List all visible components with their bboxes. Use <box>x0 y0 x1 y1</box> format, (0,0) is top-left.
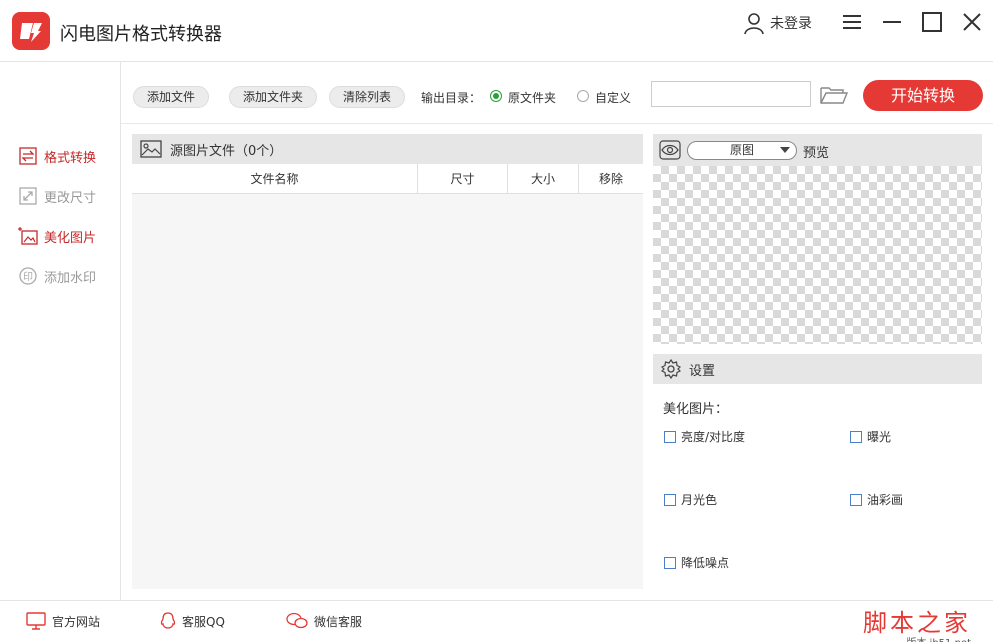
image-icon <box>140 140 162 158</box>
checkbox-label: 月光色 <box>681 493 718 507</box>
checkbox-label: 油彩画 <box>867 493 904 507</box>
settings-header: 设置 <box>653 354 982 384</box>
app-title: 闪电图片格式转换器 <box>60 24 222 45</box>
qq-label: 客服QQ <box>182 614 225 629</box>
output-path-input[interactable] <box>651 81 811 107</box>
sidebar-item-beautify[interactable]: 美化图片 <box>18 226 96 246</box>
checkbox-box[interactable] <box>664 493 676 506</box>
close-icon[interactable] <box>960 10 984 34</box>
footer: 官方网站 客服QQ 微信客服 脚本之家 版本 jb51.net <box>0 600 993 642</box>
preview-header: 原图 预览 <box>653 134 982 166</box>
add-file-button[interactable]: 添加文件 <box>133 86 210 108</box>
watermark-logo-text: 脚本之家 <box>863 609 971 637</box>
radio-original-label: 原文件夹 <box>508 91 557 105</box>
settings-panel: 设置 美化图片： 亮度/对比度 曝光 月光色 油彩画 降低噪点 <box>653 354 982 589</box>
column-header-size[interactable]: 大小 <box>508 164 579 194</box>
toolbar: 添加文件 添加文件夹 清除列表 输出目录： 原文件夹 自定义 开始转换 <box>121 62 993 124</box>
official-website-link[interactable]: 官方网站 <box>26 612 100 630</box>
sidebar-item-label: 格式转换 <box>44 150 97 166</box>
source-file-panel: 源图片文件（0个） 文件名称 尺寸 大小 移除 <box>132 134 643 589</box>
beautify-icon <box>18 226 38 246</box>
checkbox-exposure[interactable]: 曝光 <box>850 428 891 445</box>
gear-icon <box>661 359 681 379</box>
sidebar-item-format-convert[interactable]: 格式转换 <box>18 146 96 166</box>
preview-mode-select[interactable]: 原图 <box>687 141 797 160</box>
file-table-header: 文件名称 尺寸 大小 移除 <box>132 164 643 194</box>
app-logo-icon <box>12 12 50 50</box>
qq-icon <box>160 612 176 629</box>
checkbox-box[interactable] <box>850 430 862 443</box>
watermark-icon: 印 <box>18 266 38 286</box>
checkbox-oil-painting[interactable]: 油彩画 <box>850 491 903 508</box>
checkbox-label: 降低噪点 <box>681 556 730 570</box>
wechat-service-link[interactable]: 微信客服 <box>286 612 362 630</box>
sidebar-item-label: 添加水印 <box>44 270 97 286</box>
output-dir-label: 输出目录： <box>421 91 482 105</box>
login-status: 未登录 <box>770 16 812 32</box>
checkbox-moonlight[interactable]: 月光色 <box>664 491 717 508</box>
checkbox-label: 亮度/对比度 <box>681 430 746 444</box>
website-label: 官方网站 <box>52 614 101 629</box>
preview-panel: 原图 预览 <box>653 134 982 344</box>
column-header-remove[interactable]: 移除 <box>579 164 643 194</box>
sidebar-item-label: 美化图片 <box>44 230 97 246</box>
checkbox-box[interactable] <box>664 556 676 569</box>
minimize-icon[interactable] <box>880 10 904 34</box>
beautify-label: 美化图片： <box>663 402 729 417</box>
radio-custom-folder[interactable] <box>577 90 589 102</box>
radio-custom-label: 自定义 <box>595 91 632 105</box>
maximize-icon[interactable] <box>920 10 944 34</box>
checkbox-box[interactable] <box>850 493 862 506</box>
menu-icon[interactable] <box>840 10 864 34</box>
preview-label: 预览 <box>803 146 830 161</box>
customer-qq-link[interactable]: 客服QQ <box>160 612 225 630</box>
user-icon <box>744 13 764 35</box>
sidebar-item-watermark[interactable]: 印 添加水印 <box>18 266 96 286</box>
dropdown-arrow-icon <box>780 147 790 153</box>
start-convert-button[interactable]: 开始转换 <box>863 80 983 111</box>
checkbox-label: 曝光 <box>867 430 892 444</box>
sidebar-item-label: 更改尺寸 <box>44 190 97 206</box>
wechat-icon <box>286 612 308 629</box>
wechat-label: 微信客服 <box>314 614 363 629</box>
source-panel-title: 源图片文件（0个） <box>170 143 283 159</box>
resize-icon <box>18 186 38 206</box>
checkbox-box[interactable] <box>664 430 676 443</box>
folder-open-icon[interactable] <box>819 84 849 106</box>
file-table-body[interactable] <box>132 195 643 589</box>
swap-icon <box>18 146 38 166</box>
radio-original-folder[interactable] <box>490 90 502 102</box>
user-login[interactable]: 未登录 <box>742 11 812 35</box>
add-folder-button[interactable]: 添加文件夹 <box>229 86 318 108</box>
sidebar-item-resize[interactable]: 更改尺寸 <box>18 186 96 206</box>
column-header-filename[interactable]: 文件名称 <box>132 164 418 194</box>
preview-mode-value: 原图 <box>729 143 754 157</box>
clear-list-button[interactable]: 清除列表 <box>329 86 406 108</box>
site-watermark: 脚本之家 版本 jb51.net <box>863 603 971 642</box>
checkbox-denoise[interactable]: 降低噪点 <box>664 554 729 571</box>
column-header-dimensions[interactable]: 尺寸 <box>418 164 508 194</box>
sidebar: 格式转换 更改尺寸 美化图片 印 添加水印 <box>0 62 121 600</box>
eye-icon <box>659 140 681 160</box>
checkbox-brightness-contrast[interactable]: 亮度/对比度 <box>664 428 745 445</box>
settings-title: 设置 <box>689 363 716 379</box>
preview-canvas <box>653 166 982 344</box>
title-bar: 闪电图片格式转换器 未登录 <box>0 0 993 62</box>
monitor-icon <box>26 612 46 630</box>
source-panel-header: 源图片文件（0个） <box>132 134 643 164</box>
svg-text:印: 印 <box>23 271 33 283</box>
